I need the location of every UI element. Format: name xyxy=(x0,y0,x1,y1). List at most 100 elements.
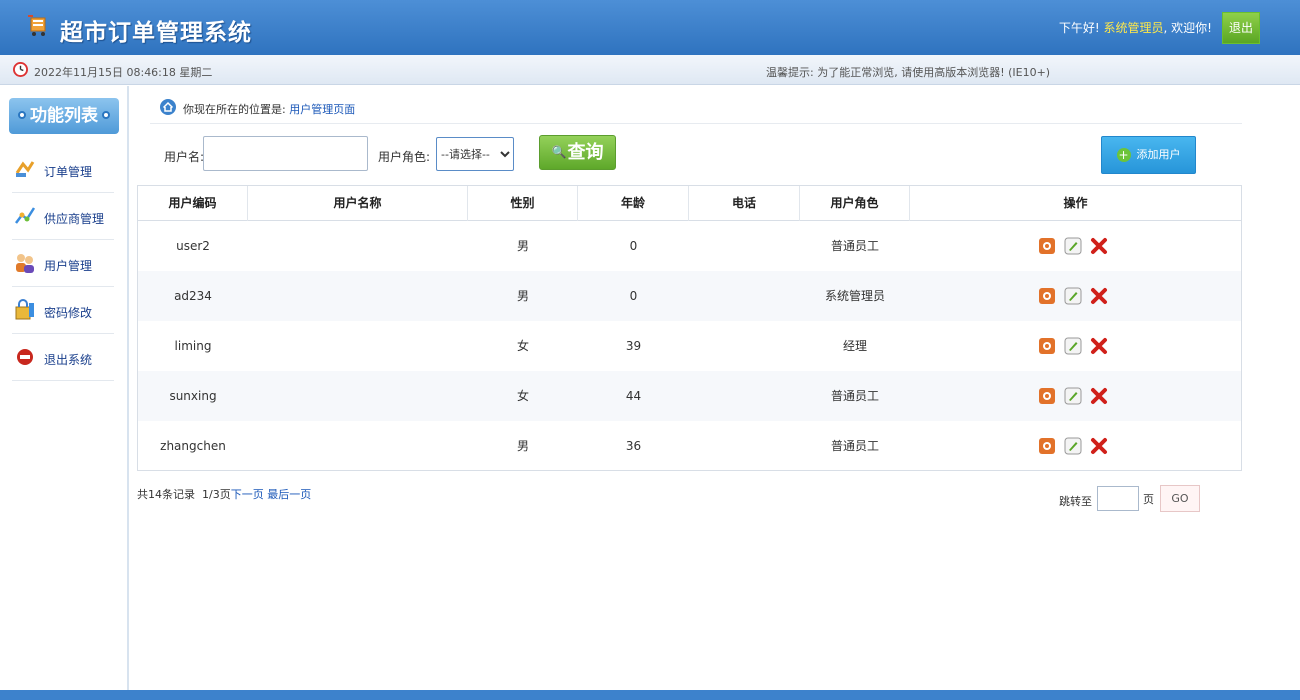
cell-phone xyxy=(689,221,800,271)
go-button[interactable]: GO xyxy=(1160,485,1200,512)
cell-age: 36 xyxy=(625,439,642,453)
role-label: 用户角色: xyxy=(378,150,431,164)
cell-role: 普通员工 xyxy=(830,439,879,453)
greeting-time: 下午好! xyxy=(1058,21,1100,35)
cell-code: sunxing xyxy=(169,389,217,403)
search-button-label: 查询 xyxy=(567,142,604,163)
cell-phone xyxy=(689,321,800,371)
shopping-cart-icon xyxy=(28,15,46,36)
user-table: 用户编码 用户名称 性别 年龄 电话 用户角色 操作 user2 男 0 普通员工 ad… xyxy=(137,185,1242,471)
cell-gender: 女 xyxy=(516,339,529,353)
edit-icon[interactable] xyxy=(1064,287,1082,305)
next-page-link[interactable]: 下一页 xyxy=(231,488,264,501)
view-icon[interactable] xyxy=(1038,287,1056,305)
sidebar-item-label: 订单管理 xyxy=(44,165,93,179)
page-number-input[interactable] xyxy=(1097,486,1139,511)
add-user-label: 添加用户 xyxy=(1136,148,1181,161)
cell-name xyxy=(248,221,468,271)
sidebar-item-users[interactable]: 用户管理 xyxy=(12,240,114,287)
plus-icon: + xyxy=(1116,148,1131,162)
password-icon xyxy=(15,299,34,320)
order-icon xyxy=(15,161,35,177)
column-header: 年龄 xyxy=(578,186,689,221)
cell-age: 39 xyxy=(625,339,642,353)
table-row: user2 男 0 普通员工 xyxy=(138,221,1241,271)
cell-name xyxy=(248,421,468,471)
sidebar-item-orders[interactable]: 订单管理 xyxy=(12,146,114,193)
cell-name xyxy=(248,321,468,371)
page-unit-label: 页 xyxy=(1143,493,1154,506)
bullet-icon xyxy=(18,110,26,119)
table-header: 用户编码 用户名称 性别 年龄 电话 用户角色 操作 xyxy=(138,186,1241,221)
cell-code: user2 xyxy=(176,239,210,253)
home-icon xyxy=(160,99,176,115)
role-select[interactable]: --请选择-- xyxy=(436,137,514,171)
app-title: 超市订单管理系统 xyxy=(60,20,252,46)
cell-name xyxy=(248,371,468,421)
sidebar-item-suppliers[interactable]: 供应商管理 xyxy=(12,193,114,240)
column-header: 操作 xyxy=(1063,196,1088,210)
browser-tip: 温馨提示: 为了能正常浏览, 请使用高版本浏览器! (IE10+) xyxy=(766,66,1051,79)
sidebar-item-password[interactable]: 密码修改 xyxy=(12,287,114,334)
last-page-link[interactable]: 最后一页 xyxy=(267,488,311,501)
search-button[interactable]: 🔍查询 xyxy=(539,135,616,170)
menu-heading-label: 功能列表 xyxy=(30,106,98,126)
cell-phone xyxy=(689,421,800,471)
cell-role: 普通员工 xyxy=(830,389,879,403)
add-user-button[interactable]: + 添加用户 xyxy=(1101,136,1196,174)
welcome-text: , 欢迎你! xyxy=(1163,21,1212,35)
clock-icon xyxy=(13,62,28,77)
breadcrumb-prefix: 你现在所在的位置是: xyxy=(183,103,286,116)
delete-icon[interactable] xyxy=(1090,237,1108,255)
app-header: 超市订单管理系统 下午好! 系统管理员, 欢迎你! 退出 xyxy=(0,0,1300,55)
view-icon[interactable] xyxy=(1038,337,1056,355)
cell-gender: 男 xyxy=(516,289,529,303)
current-user: 系统管理员 xyxy=(1103,21,1164,35)
greeting-text: 下午好! 系统管理员, 欢迎你! xyxy=(1059,19,1212,36)
breadcrumb: 你现在所在的位置是: 用户管理页面 xyxy=(150,90,1242,124)
cell-code: zhangchen xyxy=(160,439,226,453)
cell-gender: 女 xyxy=(516,389,529,403)
sidebar-item-exit[interactable]: 退出系统 xyxy=(12,334,114,381)
column-header: 性别 xyxy=(468,186,578,221)
sidebar: 功能列表 订单管理 供应商管理 用户管理 密码修改 退出系统 xyxy=(0,86,129,690)
cell-gender: 男 xyxy=(516,239,529,253)
cell-age: 44 xyxy=(625,389,642,403)
sidebar-item-label: 退出系统 xyxy=(44,353,93,367)
cell-name xyxy=(248,271,468,321)
cell-code: liming xyxy=(174,339,212,353)
edit-icon[interactable] xyxy=(1064,387,1082,405)
table-row: ad234 男 0 系统管理员 xyxy=(138,271,1241,321)
username-label: 用户名: xyxy=(164,150,205,164)
delete-icon[interactable] xyxy=(1090,337,1108,355)
sidebar-item-label: 供应商管理 xyxy=(44,212,105,226)
table-row: sunxing 女 44 普通员工 xyxy=(138,371,1241,421)
view-icon[interactable] xyxy=(1038,437,1056,455)
jump-label: 跳转至 xyxy=(1059,495,1092,508)
pagination-info: 共14条记录 1/3页下一页 最后一页 xyxy=(137,486,311,502)
cell-gender: 男 xyxy=(516,439,529,453)
cell-age: 0 xyxy=(629,289,638,303)
column-header: 用户编码 xyxy=(138,186,248,221)
delete-icon[interactable] xyxy=(1090,437,1108,455)
sidebar-item-label: 密码修改 xyxy=(44,306,93,320)
logout-button[interactable]: 退出 xyxy=(1222,12,1260,44)
footer-bar xyxy=(0,690,1300,700)
username-input[interactable] xyxy=(203,136,368,171)
edit-icon[interactable] xyxy=(1064,437,1082,455)
edit-icon[interactable] xyxy=(1064,337,1082,355)
users-icon xyxy=(16,254,34,273)
table-row: zhangchen 男 36 普通员工 xyxy=(138,421,1241,471)
info-bar: 2022年11月15日 08:46:18 星期二 温馨提示: 为了能正常浏览, … xyxy=(0,55,1300,85)
cell-code: ad234 xyxy=(174,289,212,303)
current-datetime: 2022年11月15日 08:46:18 星期二 xyxy=(34,66,213,79)
edit-icon[interactable] xyxy=(1064,237,1082,255)
delete-icon[interactable] xyxy=(1090,387,1108,405)
view-icon[interactable] xyxy=(1038,237,1056,255)
view-icon[interactable] xyxy=(1038,387,1056,405)
breadcrumb-current[interactable]: 用户管理页面 xyxy=(289,103,355,116)
column-header: 用户名称 xyxy=(248,186,468,221)
page-indicator: 1/3页 xyxy=(202,488,231,501)
column-header: 电话 xyxy=(689,186,800,221)
delete-icon[interactable] xyxy=(1090,287,1108,305)
